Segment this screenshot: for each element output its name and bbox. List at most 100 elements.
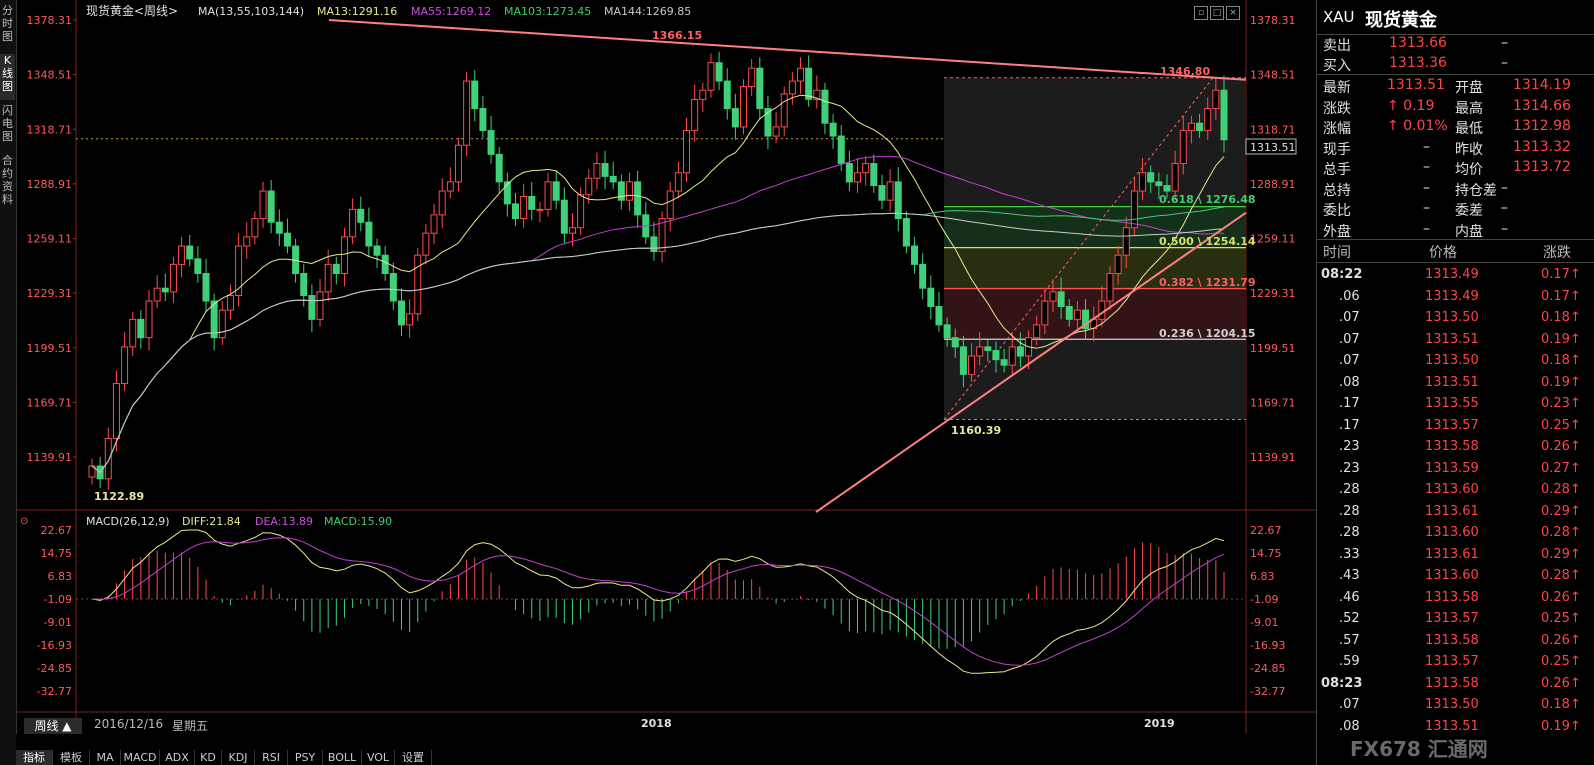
tab-timeshare[interactable]: 分时图	[0, 4, 15, 50]
candle-body	[308, 295, 316, 320]
candle-body	[821, 89, 829, 124]
candle-body	[397, 300, 405, 326]
macd-dea-line	[91, 537, 1225, 666]
candle-body	[1000, 359, 1008, 366]
macd-axis-label-right: -9.01	[1250, 616, 1278, 629]
cursor-date: 2016/12/16	[94, 717, 164, 731]
candle-body	[332, 263, 340, 275]
candle-body	[568, 227, 576, 234]
maximize-icon[interactable]: □	[1210, 6, 1224, 20]
quote-label: 委比	[1323, 203, 1351, 219]
tick-price: 1313.60	[1425, 482, 1479, 497]
annotation-low-2: 1160.39	[951, 424, 1001, 437]
kline-chart[interactable]: 1378.31 1378.31 1348.51 1348.51 1318.71 1318.…	[16, 0, 1316, 734]
tick-row: .07 1313.51 0.19↑	[1317, 329, 1594, 350]
tab-psy[interactable]: PSY	[288, 750, 323, 765]
tab-kdj[interactable]: KDJ	[222, 750, 255, 765]
candle-body	[797, 67, 805, 82]
quote-value: ↑ 0.01%	[1387, 118, 1448, 134]
candle-body	[902, 218, 910, 247]
candle-body	[381, 254, 389, 275]
candle-body	[772, 126, 780, 137]
tab-settings[interactable]: 设置	[395, 750, 432, 765]
tick-change: 0.26↑	[1541, 632, 1581, 648]
quote-label: 涨幅	[1323, 121, 1351, 137]
macd-axis-label-right: 14.75	[1250, 547, 1282, 560]
tick-price: 1313.49	[1425, 267, 1479, 282]
symbol-code: XAU	[1323, 8, 1355, 26]
candle-body	[805, 67, 813, 100]
macd-legend-label: MACD(26,12,9)	[86, 515, 170, 528]
candle-body	[976, 346, 984, 357]
candle-body	[1114, 254, 1122, 275]
candle-body	[634, 181, 642, 216]
tick-change: 0.19↑	[1541, 331, 1581, 347]
quote-row: 总持 – 持仓差 –	[1317, 179, 1594, 199]
candle-body	[357, 208, 365, 223]
candle-body	[829, 122, 837, 137]
tab-rsi[interactable]: RSI	[255, 750, 288, 765]
macd-axis-label-left: 6.83	[48, 570, 73, 583]
tick-change: 0.17↑	[1541, 288, 1581, 304]
buy-label: 买入	[1323, 58, 1351, 74]
tick-time: .46	[1339, 589, 1360, 605]
candle-body	[740, 86, 748, 128]
quote-label: 委差	[1455, 203, 1483, 219]
tab-contract-info[interactable]: 合约资料	[0, 154, 15, 214]
macd-axis-label-left: -1.09	[44, 593, 72, 606]
tab-kline[interactable]: K线图	[0, 54, 15, 100]
tick-change: 0.26↑	[1541, 589, 1581, 605]
tick-time: .52	[1339, 611, 1360, 626]
fib-label-382: 0.382 \ 1231.79	[1159, 276, 1256, 289]
tab-kd[interactable]: KD	[195, 750, 222, 765]
tab-macd[interactable]: MACD	[121, 750, 160, 765]
buy-row: 买入 1313.36 –	[1317, 54, 1594, 74]
candle-body	[218, 309, 226, 339]
candle-body	[1049, 291, 1057, 302]
tab-adx[interactable]: ADX	[160, 750, 195, 765]
macd-axis-label-right: -24.85	[1250, 662, 1285, 675]
quote-row: 涨跌 ↑ 0.19 最高 1314.66	[1317, 97, 1594, 117]
tick-row: .52 1313.57 0.25↑	[1317, 608, 1594, 629]
candle-body	[479, 108, 487, 132]
x-label-2018: 2018	[641, 717, 672, 730]
candle-body	[854, 172, 862, 183]
candle-body	[968, 355, 976, 375]
candle-body	[780, 93, 788, 128]
quote-label: 现手	[1323, 141, 1351, 158]
tick-time: .43	[1339, 568, 1360, 583]
macd-axis-label-right: -1.09	[1250, 593, 1278, 606]
price-axis-label-left: 1259.11	[27, 233, 73, 246]
tab-ma[interactable]: MA	[90, 750, 121, 765]
candle-body	[389, 273, 397, 302]
tick-price: 1313.50	[1425, 310, 1479, 325]
annotation-high-2: 1346.80	[1160, 65, 1210, 78]
tick-time: .28	[1339, 525, 1360, 540]
restore-icon[interactable]: ▫	[1194, 6, 1208, 20]
tick-change: 0.25↑	[1541, 654, 1581, 669]
candle-body	[251, 218, 259, 238]
tick-price: 1313.57	[1425, 654, 1479, 669]
tab-boll[interactable]: BOLL	[323, 750, 362, 765]
candle-body	[1147, 172, 1155, 183]
tick-price: 1313.57	[1425, 611, 1479, 626]
sell-row: 卖出 1313.66 –	[1317, 34, 1594, 54]
tab-indicator[interactable]: 指标	[16, 750, 53, 765]
price-axis-label-left: 1139.91	[27, 451, 73, 464]
close-icon[interactable]: ×	[1226, 6, 1240, 20]
quote-value: 1313.32	[1513, 138, 1571, 155]
tab-lightning[interactable]: 闪电图	[0, 104, 15, 150]
tick-price: 1313.61	[1425, 503, 1479, 519]
tab-vol[interactable]: VOL	[362, 750, 395, 765]
macd-diff: DIFF:21.84	[182, 515, 241, 528]
settings-dot-icon[interactable]: ⊙	[20, 516, 28, 527]
tick-price: 1313.58	[1425, 632, 1479, 648]
price-axis-label-right: 1169.71	[1250, 396, 1296, 409]
candle-body	[161, 287, 169, 293]
cycle-button[interactable]: 周线 ▲	[24, 718, 82, 734]
tick-row: .46 1313.58 0.26↑	[1317, 587, 1594, 608]
tab-template[interactable]: 模板	[53, 750, 90, 765]
candle-body	[788, 80, 796, 95]
quote-label: 持仓差	[1455, 182, 1497, 199]
candle-body	[577, 194, 585, 229]
